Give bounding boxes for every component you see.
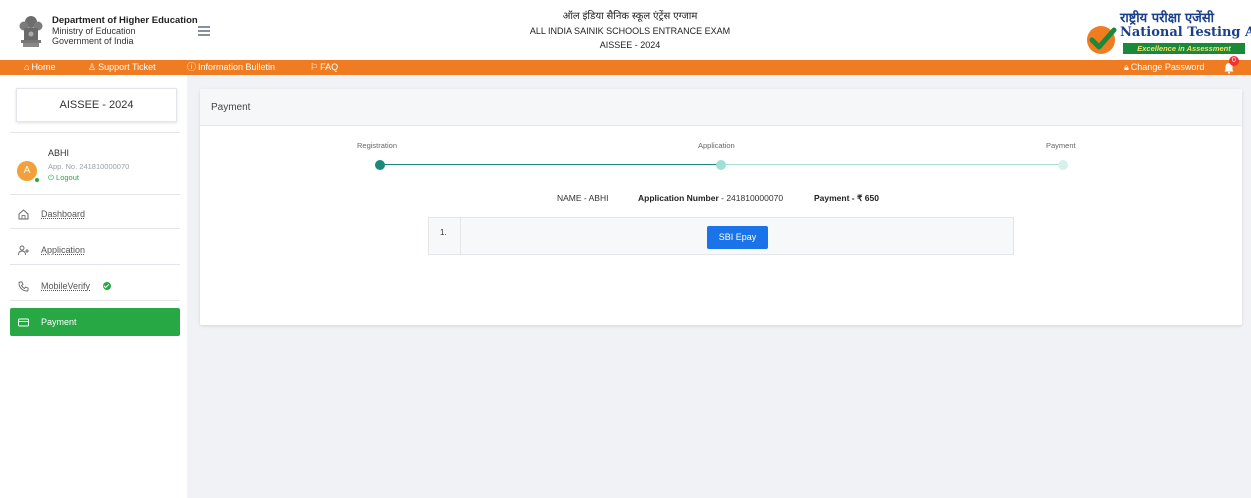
user-name: ABHI bbox=[48, 148, 70, 158]
nav-change-password-label: Change Password bbox=[1130, 62, 1205, 72]
app-number-value: - 241810000070 bbox=[718, 193, 784, 203]
payment-table: 1. SBI Epay bbox=[428, 217, 1014, 255]
faq-icon: ⚐ bbox=[310, 62, 319, 72]
progress-line-completed bbox=[380, 164, 720, 165]
nta-logo: राष्ट्रीय परीक्षा एजेंसी National Testin… bbox=[1080, 8, 1251, 58]
payment-amount: Payment - ₹ 650 bbox=[814, 193, 879, 204]
sidebar-divider bbox=[10, 264, 180, 265]
application-number-info: Application Number - 241810000070 bbox=[638, 193, 783, 203]
sidebar: AISSEE - 2024 ABHI A App. No. 2418100000… bbox=[0, 75, 187, 498]
home-icon: ⌂ bbox=[24, 62, 30, 72]
nav-home[interactable]: ⌂ Home bbox=[24, 60, 55, 75]
nav-support-label: Support Ticket bbox=[98, 62, 156, 72]
step-label-payment: Payment bbox=[1046, 141, 1076, 150]
step-label-application: Application bbox=[698, 141, 735, 150]
nav-information-bulletin[interactable]: ⓘ Information Bulletin bbox=[187, 60, 275, 75]
nav-support-ticket[interactable]: ♙ Support Ticket bbox=[88, 60, 156, 75]
top-header: Department of Higher Education Ministry … bbox=[0, 0, 1251, 60]
nav-change-password[interactable]: 🔒︎ Change Password bbox=[1124, 60, 1204, 75]
dept-line-3: Government of India bbox=[52, 36, 134, 46]
exam-title-hindi: ऑल इंडिया सैनिक स्कूल एंट्रेंस एग्जाम bbox=[562, 11, 698, 22]
sidebar-item-payment[interactable]: Payment bbox=[10, 308, 180, 336]
user-icon: ♙ bbox=[88, 62, 97, 72]
national-emblem-icon bbox=[19, 16, 43, 47]
home-icon bbox=[18, 209, 29, 220]
nta-name-hindi: राष्ट्रीय परीक्षा एजेंसी bbox=[1120, 11, 1214, 26]
sidebar-exam-title: AISSEE - 2024 bbox=[16, 88, 177, 122]
sbi-epay-button[interactable]: SBI Epay bbox=[707, 226, 768, 249]
step-dot-registration bbox=[375, 160, 385, 170]
nta-check-icon bbox=[1087, 26, 1117, 54]
sidebar-item-application[interactable]: Application bbox=[10, 236, 180, 264]
hamburger-menu-icon[interactable] bbox=[198, 26, 210, 36]
sidebar-item-label: Application bbox=[41, 245, 86, 255]
progress-line-pending bbox=[720, 164, 1062, 165]
logout-link[interactable]: ⏻ Logout bbox=[48, 173, 79, 183]
payment-card: Payment Registration Application Payment… bbox=[200, 89, 1242, 325]
dept-line-2: Ministry of Education bbox=[52, 26, 136, 36]
nav-faq-label: FAQ bbox=[320, 62, 339, 72]
payment-label: Payment - ₹ 650 bbox=[814, 193, 879, 203]
step-dot-application bbox=[716, 160, 726, 170]
exam-code: AISSEE - 2024 bbox=[599, 40, 661, 50]
nta-tagline: Excellence in Assessment bbox=[1123, 43, 1245, 54]
notification-badge: 0 bbox=[1229, 56, 1239, 66]
sidebar-item-label: Dashboard bbox=[41, 209, 86, 219]
online-status-dot bbox=[34, 177, 40, 183]
sidebar-divider bbox=[10, 194, 180, 195]
sidebar-item-mobile-verify[interactable]: MobileVerify bbox=[10, 272, 180, 300]
dept-line-1: Department of Higher Education bbox=[52, 15, 198, 26]
sidebar-item-dashboard[interactable]: Dashboard bbox=[10, 200, 180, 228]
table-row-number: 1. bbox=[429, 218, 461, 254]
step-dot-payment bbox=[1058, 160, 1068, 170]
nta-name-english: National Testing Agency bbox=[1120, 25, 1251, 40]
application-number: App. No. 241810000070 bbox=[48, 162, 130, 171]
nav-bulletin-label: Information Bulletin bbox=[198, 62, 276, 72]
sidebar-divider bbox=[10, 132, 180, 133]
candidate-name: NAME - ABHI bbox=[557, 193, 609, 203]
app-number-label: Application Number bbox=[638, 193, 719, 203]
nav-faq[interactable]: ⚐ FAQ bbox=[310, 60, 338, 75]
info-icon: ⓘ bbox=[187, 62, 197, 72]
card-header: Payment bbox=[200, 89, 1242, 126]
logout-icon: ⏻ bbox=[48, 173, 57, 182]
nav-home-label: Home bbox=[31, 62, 56, 72]
top-navbar: ⌂ Home ♙ Support Ticket ⓘ Information Bulle… bbox=[0, 60, 1251, 75]
sidebar-divider bbox=[10, 300, 180, 301]
sidebar-divider bbox=[10, 228, 180, 229]
logout-label: Logout bbox=[56, 173, 79, 182]
credit-card-icon bbox=[18, 318, 29, 327]
verified-check-icon bbox=[103, 282, 111, 290]
add-user-icon bbox=[18, 245, 29, 256]
department-name: Department of Higher Education Ministry … bbox=[52, 15, 198, 47]
sidebar-item-label: MobileVerify bbox=[41, 281, 91, 291]
page-title: Payment bbox=[211, 102, 251, 113]
exam-title-english: ALL INDIA SAINIK SCHOOLS ENTRANCE EXAM bbox=[529, 26, 731, 36]
sidebar-item-label: Payment bbox=[41, 317, 77, 327]
step-label-registration: Registration bbox=[357, 141, 398, 150]
lock-icon: 🔒︎ bbox=[1124, 62, 1129, 72]
exam-title: ऑल इंडिया सैनिक स्कूल एंट्रेंस एग्जाम AL… bbox=[430, 10, 830, 52]
phone-icon bbox=[18, 281, 29, 292]
